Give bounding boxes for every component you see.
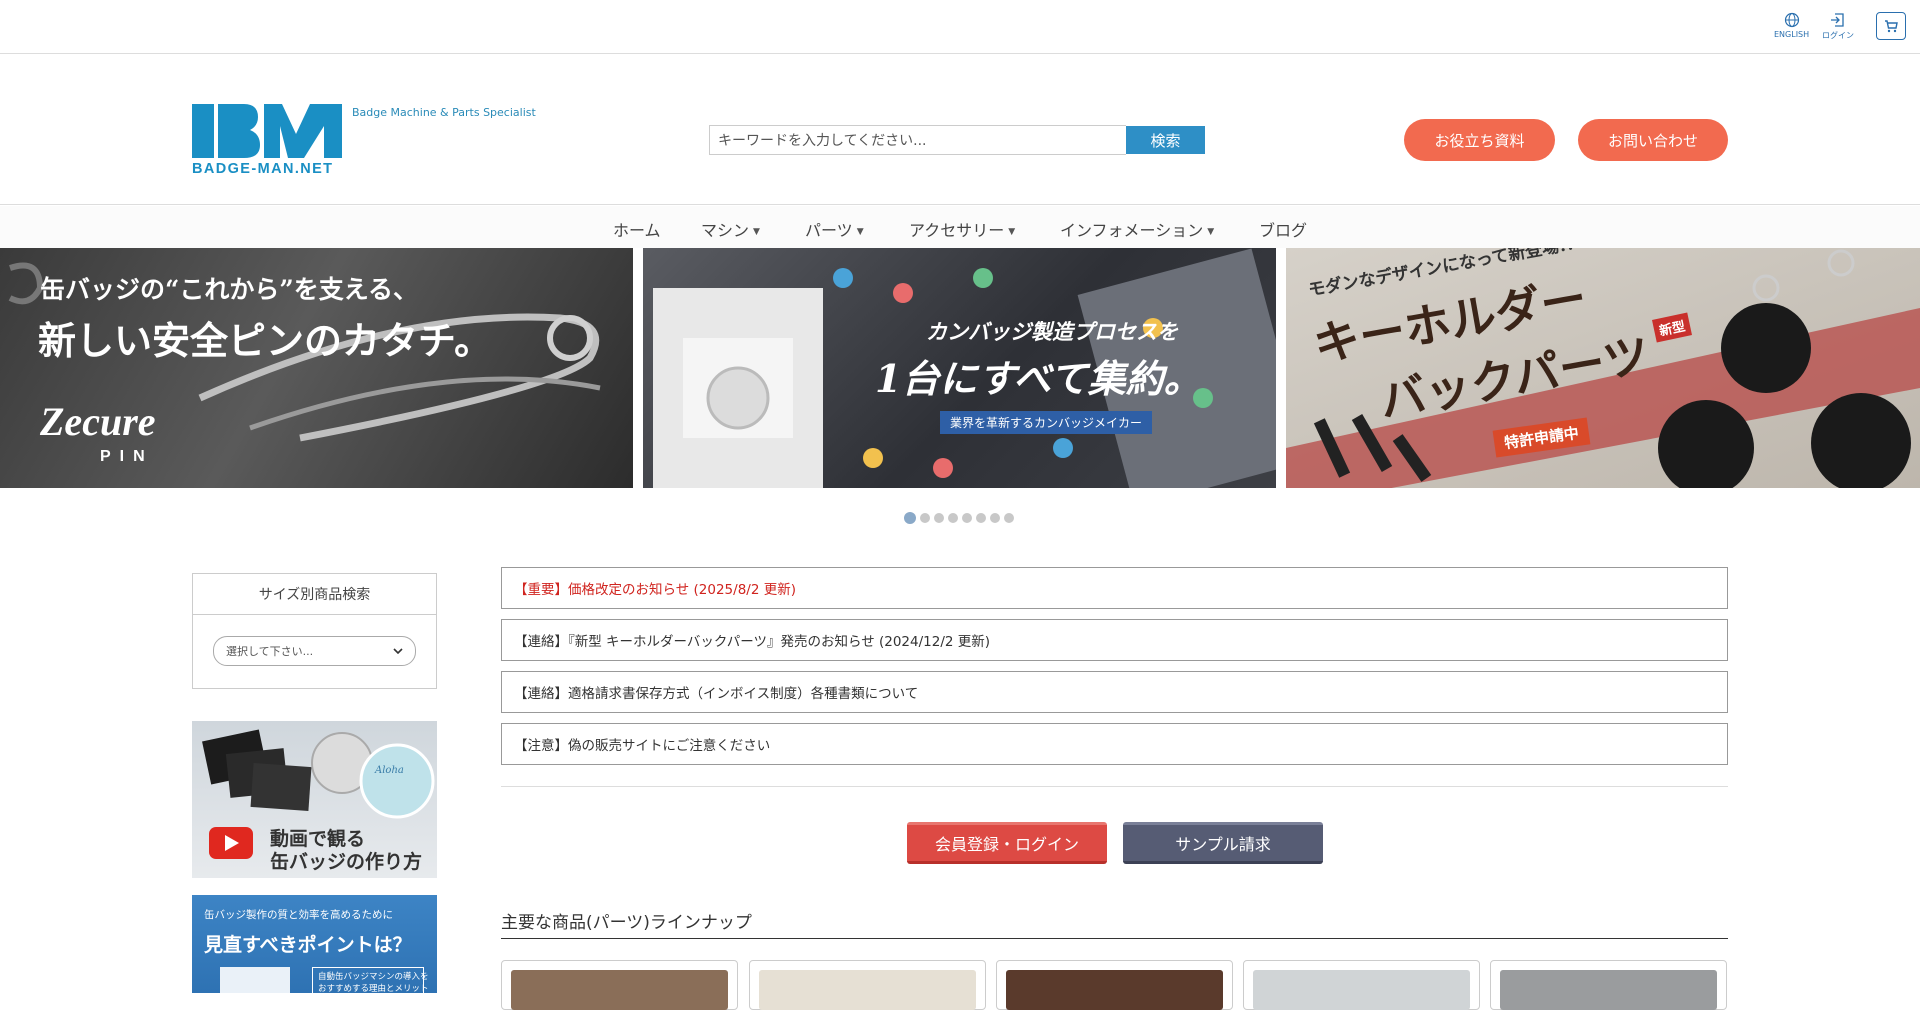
product-card[interactable] [996, 960, 1233, 1010]
nav-label: マシン [701, 221, 750, 240]
slider-dot[interactable] [948, 513, 958, 523]
size-select-value: 選択して下さい... [226, 645, 314, 658]
notice-text: 【注意】偽の販売サイトにご注意ください [514, 738, 771, 754]
contact-button[interactable]: お問い合わせ [1578, 119, 1728, 161]
banner-2-caption: 業界を革新するカンバッジメイカー [940, 411, 1153, 434]
caret-down-icon: ▼ [1008, 226, 1016, 237]
nav-item-blog[interactable]: ブログ [1259, 217, 1307, 241]
login-label: ログイン [1822, 31, 1854, 40]
caret-down-icon: ▼ [1207, 226, 1215, 237]
points-banner-doc-image [220, 967, 290, 993]
product-image [1253, 970, 1470, 1010]
globe-icon [1784, 12, 1799, 28]
caret-down-icon: ▼ [753, 226, 760, 237]
sample-request-button[interactable]: サンプル請求 [1123, 822, 1323, 864]
cart-icon [1885, 19, 1898, 32]
resources-button[interactable]: お役立ち資料 [1404, 119, 1555, 161]
logo-brand-text: BADGE-MAN.NET [192, 161, 334, 177]
english-label: ENGLISH [1774, 30, 1810, 39]
review-points-banner[interactable]: 缶バッジ製作の質と効率を高めるために 見直すべきポイントは？ 自動缶バッジマシン… [192, 895, 437, 993]
points-banner-box-line2: おすすめする理由とメリット [318, 984, 429, 993]
slider-dot[interactable] [1004, 513, 1014, 523]
utility-bar: ENGLISH ログイン [0, 0, 1920, 54]
notice-item[interactable]: 【連絡】『新型 キーホルダーバックパーツ』発売のお知らせ (2024/12/2 … [501, 619, 1728, 661]
banner-2-line1: カンバッジ製造プロセスを [926, 319, 1178, 344]
video-howto-banner[interactable]: Aloha 動画で観る 缶バッジの作り方 [192, 721, 437, 878]
product-image [1006, 970, 1223, 1010]
nav-label: インフォメーション [1060, 221, 1204, 240]
nav-label: アクセサリー [909, 221, 1005, 240]
slider-dot[interactable] [934, 513, 944, 523]
nav-item-machine[interactable]: マシン ▼ [701, 217, 760, 241]
banner-1-line1: 缶バッジの“これから”を支える、 [40, 275, 419, 304]
size-search-title: サイズ別商品検索 [193, 574, 436, 615]
size-search-panel: サイズ別商品検索 選択して下さい... [192, 573, 437, 689]
product-card[interactable] [501, 960, 738, 1010]
points-banner-box: 自動缶バッジマシンの導入を おすすめする理由とメリット [312, 967, 429, 993]
slider-dot[interactable] [920, 513, 930, 523]
cart-button[interactable] [1876, 12, 1906, 40]
notice-item[interactable]: 【連絡】適格請求書保存方式（インボイス制度）各種書類について [501, 671, 1728, 713]
nav-label: ホーム [613, 221, 661, 240]
search-input[interactable]: キーワードを入力してください... [709, 125, 1126, 155]
product-image [1500, 970, 1717, 1010]
member-login-button[interactable]: 会員登録・ログイン [907, 822, 1107, 864]
banner-zecure-pin[interactable]: 缶バッジの“これから”を支える、 新しい安全ピンのカタチ。 Zecure PIN [0, 248, 633, 488]
site-logo[interactable]: BADGE-MAN.NET [192, 104, 342, 182]
chevron-down-icon [393, 648, 403, 654]
nav-item-accessory[interactable]: アクセサリー ▼ [909, 217, 1015, 241]
divider [501, 786, 1728, 787]
product-card[interactable] [1490, 960, 1727, 1010]
points-banner-line2: 見直すべきポイントは？ [204, 934, 412, 956]
search-button[interactable]: 検索 [1126, 126, 1205, 154]
points-banner-line1: 缶バッジ製作の質と効率を高めるために [204, 909, 393, 921]
video-banner-line2: 缶バッジの作り方 [270, 851, 423, 873]
banner-1-line2: 新しい安全ピンのカタチ。 [38, 318, 493, 363]
slider-dot[interactable] [976, 513, 986, 523]
banner-1-brand: Zecure [40, 399, 156, 444]
nav-item-information[interactable]: インフォメーション ▼ [1060, 217, 1214, 241]
login-link[interactable]: ログイン [1822, 12, 1854, 41]
nav-item-home[interactable]: ホーム [613, 217, 661, 241]
product-card[interactable] [749, 960, 986, 1010]
video-banner-tag: Aloha [375, 765, 404, 776]
banner-2-line2: 1台にすべて集約。 [875, 356, 1202, 401]
banner-1-brand-sub: PIN [100, 448, 154, 465]
english-link[interactable]: ENGLISH [1774, 12, 1809, 39]
notice-item[interactable]: 【重要】価格改定のお知らせ (2025/8/2 更新) [501, 567, 1728, 609]
products-section-title: 主要な商品(パーツ)ラインナップ [501, 913, 752, 933]
points-banner-box-line1: 自動缶バッジマシンの導入を [318, 972, 429, 982]
search-placeholder: キーワードを入力してください... [718, 133, 927, 149]
product-image [511, 970, 728, 1010]
site-header: BADGE-MAN.NET Badge Machine & Parts Spec… [0, 54, 1920, 205]
notice-text: 【連絡】適格請求書保存方式（インボイス制度）各種書類について [514, 686, 919, 702]
section-underline [501, 938, 1728, 939]
tagline: Badge Machine & Parts Specialist [352, 106, 536, 119]
notice-text: 【重要】価格改定のお知らせ (2025/8/2 更新) [514, 582, 796, 598]
slider-dot[interactable] [962, 513, 972, 523]
banner-badge-maker[interactable]: カンバッジ製造プロセスを 1台にすべて集約。 業界を革新するカンバッジメイカー [643, 248, 1276, 488]
slider-pagination [904, 512, 1014, 525]
notice-item[interactable]: 【注意】偽の販売サイトにご注意ください [501, 723, 1728, 765]
banner-keyholder-back-parts[interactable]: モダンなデザインになって新登場!! キーホルダー バックパーツ 新型 特許申請中 [1286, 248, 1920, 488]
notice-text: 【連絡】『新型 キーホルダーバックパーツ』発売のお知らせ (2024/12/2 … [514, 634, 991, 650]
product-image [759, 970, 976, 1010]
slider-dot[interactable] [904, 512, 916, 524]
product-card[interactable] [1243, 960, 1480, 1010]
nav-item-parts[interactable]: パーツ ▼ [805, 217, 864, 241]
nav-label: ブログ [1259, 221, 1308, 240]
caret-down-icon: ▼ [856, 226, 864, 237]
main-nav: ホーム マシン ▼ パーツ ▼ アクセサリー ▼ インフォメーション ▼ ブログ [0, 206, 1920, 248]
slider-dot[interactable] [990, 513, 1000, 523]
login-icon [1831, 13, 1844, 27]
nav-label: パーツ [805, 221, 853, 240]
size-select[interactable]: 選択して下さい... [213, 636, 416, 666]
